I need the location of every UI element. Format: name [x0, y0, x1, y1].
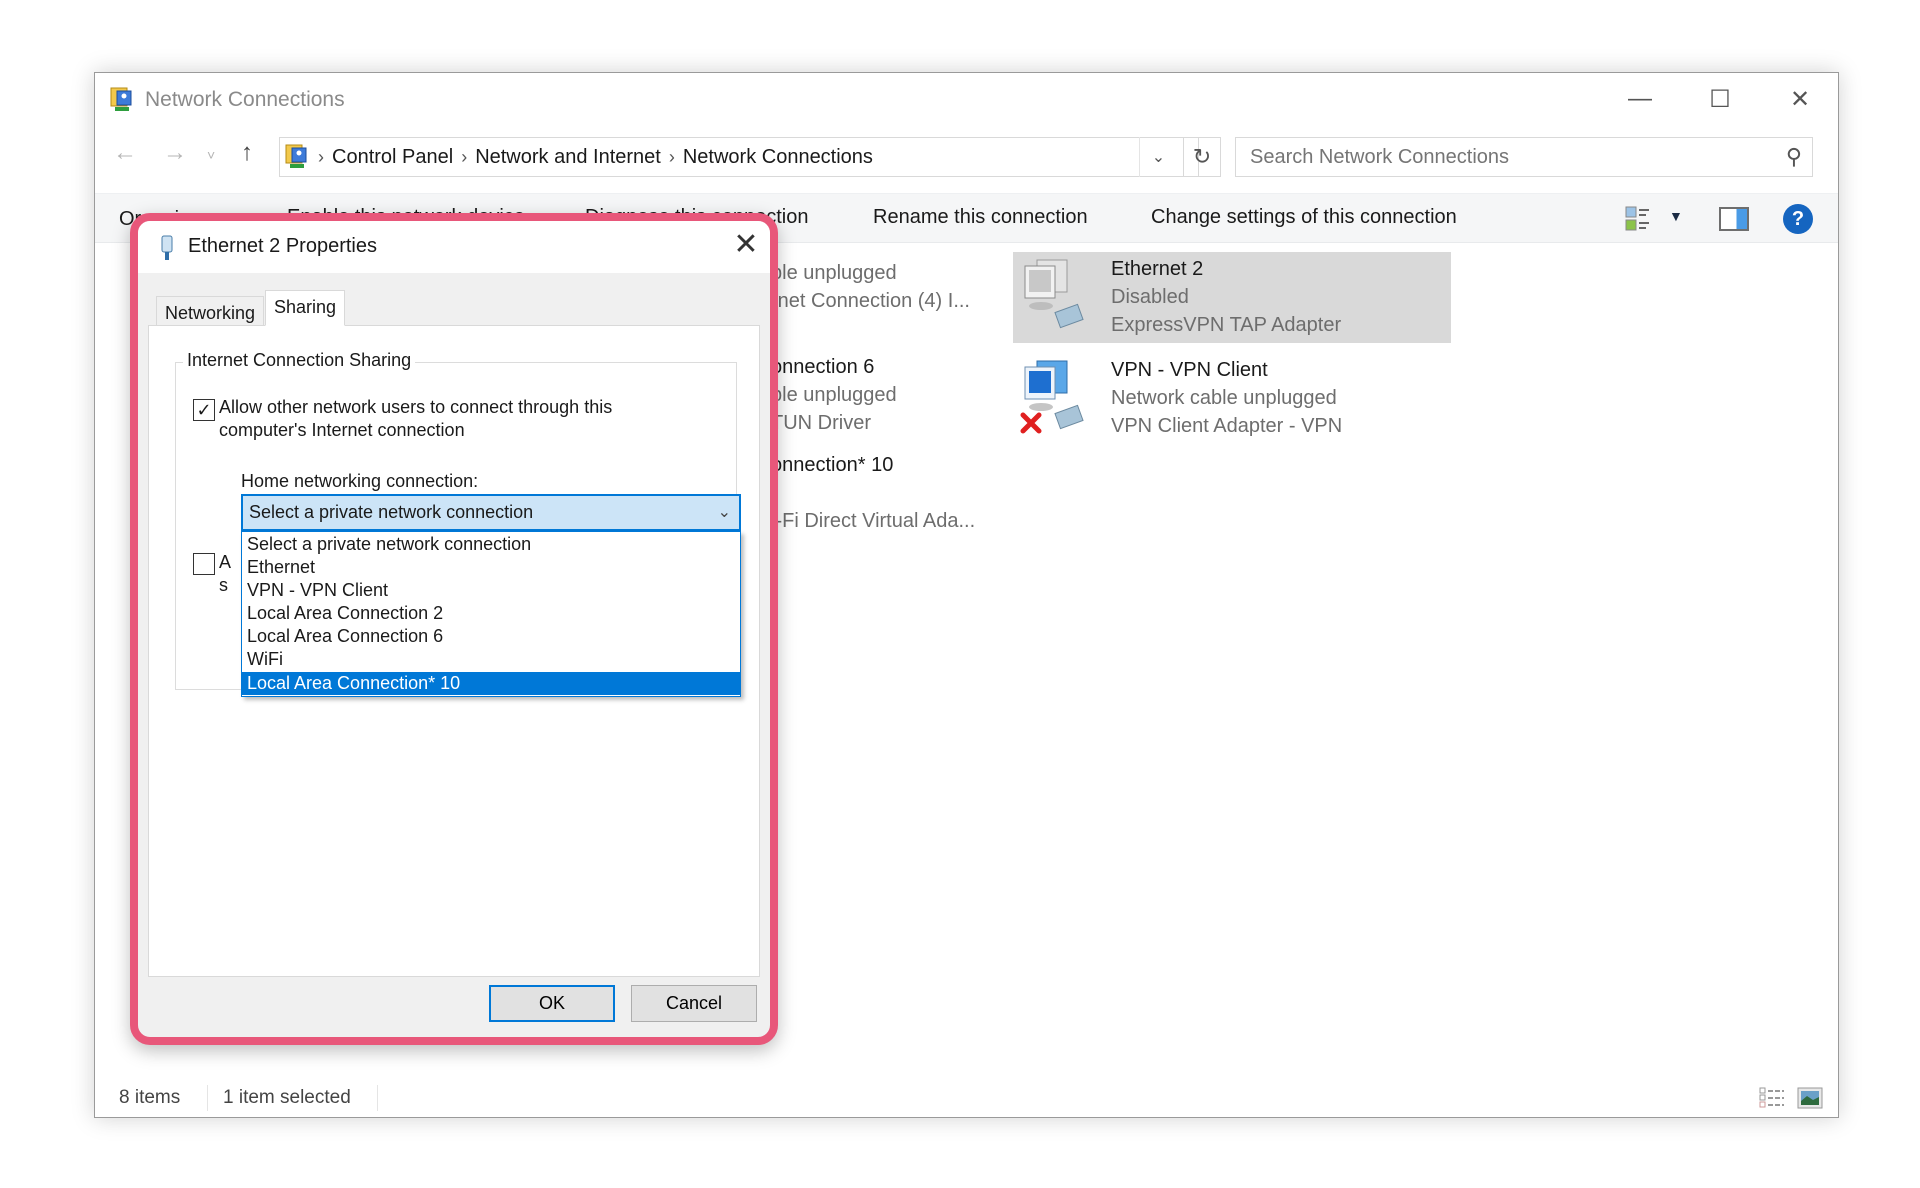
details-view-icon[interactable] — [1759, 1087, 1785, 1109]
connection-name: onnection* 10 — [771, 454, 894, 476]
cancel-button[interactable]: Cancel — [631, 985, 757, 1022]
combobox-value: Select a private network connection — [249, 502, 534, 522]
window-title: Network Connections — [145, 88, 345, 111]
search-icon[interactable]: ⚲ — [1786, 144, 1802, 170]
dropdown-option[interactable]: Select a private network connection — [242, 533, 740, 556]
forward-button[interactable]: → — [163, 139, 187, 167]
back-button[interactable]: ← — [113, 139, 137, 167]
tab-sharing[interactable]: Sharing — [265, 290, 346, 326]
recent-locations-button[interactable]: ˅ — [207, 147, 215, 163]
allow-control-label: A — [219, 552, 232, 572]
breadcrumb-separator: › — [668, 146, 675, 167]
home-networking-dropdown-list: Select a private network connection Ethe… — [241, 531, 741, 697]
connection-adapter: rnet Connection (4) I... — [771, 290, 970, 312]
change-view-icon[interactable] — [1625, 206, 1651, 232]
status-divider — [377, 1085, 378, 1111]
home-networking-label: Home networking connection: — [241, 471, 479, 491]
connection-adapter: TUN Driver — [771, 412, 871, 434]
search-box[interactable]: ⚲ — [1235, 137, 1813, 177]
dialog-close-button[interactable]: ✕ — [728, 227, 764, 262]
chevron-down-icon[interactable]: ⌄ — [718, 502, 731, 522]
refresh-button[interactable]: ↻ — [1183, 137, 1221, 177]
address-row: ← → ˅ ↑ › Control Panel › Network and In… — [95, 127, 1838, 183]
dropdown-option[interactable]: Ethernet — [242, 556, 740, 579]
breadcrumb-network-connections[interactable]: Network Connections — [683, 146, 873, 169]
breadcrumb-control-panel[interactable]: Control Panel — [332, 146, 453, 169]
breadcrumb-separator: › — [318, 146, 324, 167]
allow-sharing-label-line2: computer's Internet connection — [219, 420, 465, 440]
control-panel-icon — [285, 144, 307, 168]
item-count: 8 items — [119, 1087, 181, 1108]
allow-sharing-label[interactable]: Allow other network users to connect thr… — [219, 396, 639, 442]
address-dropdown-icon[interactable]: ⌄ — [1139, 137, 1177, 177]
connection-item-ethernet-2[interactable]: Ethernet 2 Disabled ExpressVPN TAP Adapt… — [1013, 252, 1451, 343]
ethernet-adapter-icon — [161, 235, 173, 260]
connection-status: ble unplugged — [771, 384, 897, 406]
ethernet-2-properties-dialog: Ethernet 2 Properties ✕ Networking Shari… — [130, 213, 778, 1045]
status-bar: 8 items 1 item selected — [95, 1083, 1838, 1113]
dialog-title-bar: Ethernet 2 Properties ✕ — [138, 221, 770, 273]
home-networking-combobox[interactable]: Select a private network connection ⌄ — [241, 494, 741, 531]
dropdown-option[interactable]: WiFi — [242, 648, 740, 671]
network-connections-icon — [110, 87, 132, 111]
status-divider — [207, 1085, 208, 1111]
ics-group-label: Internet Connection Sharing — [183, 350, 416, 371]
connection-item-vpn-client[interactable]: VPN - VPN Client Network cable unplugged… — [1013, 353, 1451, 444]
help-icon[interactable]: ? — [1783, 204, 1813, 234]
connection-name: Ethernet 2 — [1111, 258, 1204, 280]
maximize-button[interactable]: ☐ — [1685, 77, 1755, 121]
up-button[interactable]: ↑ — [241, 139, 253, 167]
view-dropdown-icon[interactable]: ▼ — [1669, 208, 1683, 224]
breadcrumb-network-and-internet[interactable]: Network and Internet — [475, 146, 661, 169]
change-settings-button[interactable]: Change settings of this connection — [1151, 206, 1457, 229]
minimize-button[interactable]: — — [1605, 77, 1675, 121]
allow-sharing-checkbox[interactable]: ✓ — [193, 399, 215, 421]
connection-status: Network cable unplugged — [1111, 387, 1337, 409]
dropdown-option[interactable]: Local Area Connection 2 — [242, 602, 740, 625]
address-bar[interactable]: › Control Panel › Network and Internet ›… — [279, 137, 1199, 177]
allow-control-label-line2: s — [219, 575, 228, 595]
dialog-title: Ethernet 2 Properties — [188, 235, 377, 257]
selection-count: 1 item selected — [223, 1087, 351, 1108]
dropdown-option[interactable]: Local Area Connection 6 — [242, 625, 740, 648]
connection-adapter: i-Fi Direct Virtual Ada... — [771, 510, 976, 532]
allow-sharing-label-line1: Allow other network users to connect thr… — [219, 397, 613, 417]
connection-status: ble unplugged — [771, 262, 897, 284]
connection-status: Disabled — [1111, 286, 1189, 308]
network-adapter-disabled-icon — [1024, 259, 1084, 329]
title-bar: Network Connections — ☐ ✕ — [95, 73, 1838, 127]
tab-networking[interactable]: Networking — [156, 296, 265, 326]
connection-name: onnection 6 — [771, 356, 875, 378]
ok-button[interactable]: OK — [489, 985, 615, 1022]
dropdown-option-highlighted[interactable]: Local Area Connection* 10 — [242, 672, 740, 695]
sharing-tab-panel: Internet Connection Sharing ✓ Allow othe… — [148, 325, 760, 977]
search-input[interactable] — [1250, 145, 1750, 169]
dropdown-option[interactable]: VPN - VPN Client — [242, 579, 740, 602]
preview-pane-icon[interactable] — [1719, 207, 1749, 231]
close-button[interactable]: ✕ — [1765, 77, 1835, 121]
allow-control-checkbox[interactable] — [193, 553, 215, 575]
rename-connection-button[interactable]: Rename this connection — [873, 206, 1088, 229]
breadcrumb-separator: › — [461, 146, 468, 167]
connection-adapter: VPN Client Adapter - VPN — [1111, 415, 1343, 437]
connection-adapter: ExpressVPN TAP Adapter — [1111, 314, 1342, 336]
large-icons-view-icon[interactable] — [1797, 1087, 1823, 1109]
connection-name: VPN - VPN Client — [1111, 359, 1268, 381]
error-x-icon — [1020, 412, 1042, 434]
